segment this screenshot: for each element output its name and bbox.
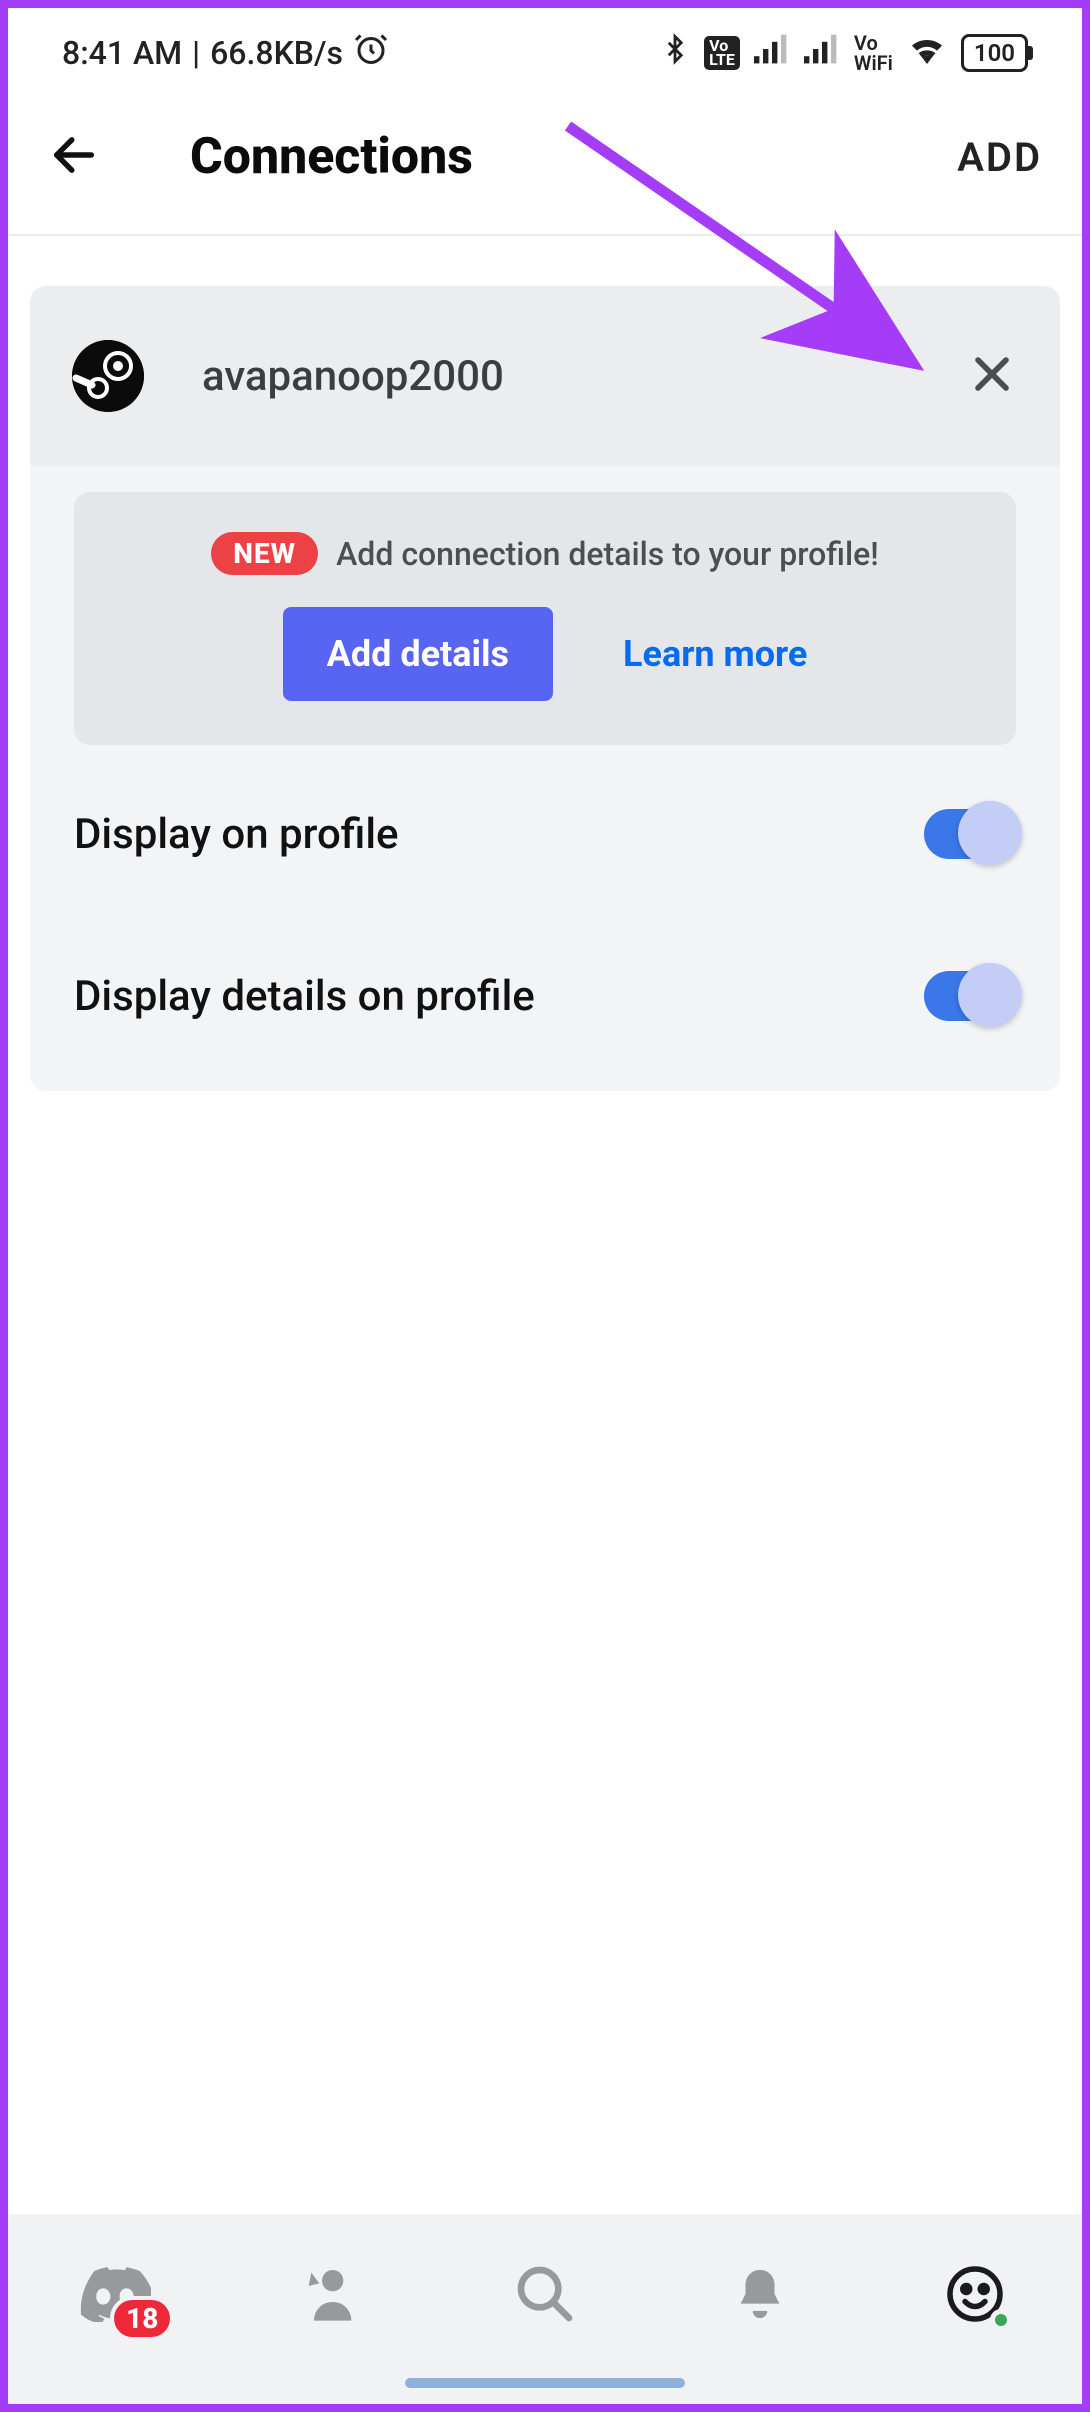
toggle-display-profile: Display on profile <box>30 745 1060 891</box>
switch-display-details[interactable] <box>924 971 1016 1021</box>
connection-name: avapanoop2000 <box>202 352 910 401</box>
bluetooth-icon <box>660 30 690 76</box>
steam-icon <box>72 340 144 412</box>
home-indicator <box>405 2378 685 2388</box>
nav-profile-icon[interactable] <box>930 2249 1020 2339</box>
battery-icon: 100 <box>961 34 1028 72</box>
header: Connections ADD <box>8 98 1082 236</box>
status-bar: 8:41 AM | 66.8KB/s VoLTE Vo WiFi 100 <box>8 8 1082 98</box>
page-title: Connections <box>190 128 867 186</box>
volte-icon: VoLTE <box>704 36 740 70</box>
status-left: 8:41 AM | 66.8KB/s <box>62 31 389 75</box>
promo-text: Add connection details to your profile! <box>336 535 879 573</box>
nav-friends-icon[interactable] <box>285 2249 375 2339</box>
status-time: 8:41 AM <box>62 34 182 72</box>
nav-search-icon[interactable] <box>500 2249 590 2339</box>
promo-box: NEW Add connection details to your profi… <box>74 492 1016 745</box>
signal-icon-1 <box>754 34 790 72</box>
nav-badge: 18 <box>110 2296 174 2341</box>
back-button[interactable] <box>48 129 100 185</box>
add-button[interactable]: ADD <box>957 134 1042 181</box>
toggle-label: Display on profile <box>74 810 399 859</box>
status-speed: 66.8KB/s <box>210 34 343 72</box>
connection-row: avapanoop2000 <box>30 286 1060 466</box>
bottom-nav: 18 <box>8 2214 1082 2404</box>
connection-card: avapanoop2000 NEW Add connection details… <box>30 286 1060 1091</box>
switch-display-profile[interactable] <box>924 809 1016 859</box>
wifi-icon <box>907 33 947 73</box>
alarm-icon <box>353 31 389 75</box>
nav-discord-icon[interactable]: 18 <box>70 2249 160 2339</box>
status-right: VoLTE Vo WiFi 100 <box>660 30 1028 76</box>
learn-more-link[interactable]: Learn more <box>623 633 807 675</box>
promo-buttons: Add details Learn more <box>283 607 808 701</box>
promo-header: NEW Add connection details to your profi… <box>211 532 879 575</box>
vowifi-icon: Vo WiFi <box>854 33 893 73</box>
add-details-button[interactable]: Add details <box>283 607 553 701</box>
new-badge: NEW <box>211 532 318 575</box>
signal-icon-2 <box>804 34 840 72</box>
status-dot <box>990 2309 1012 2331</box>
nav-notifications-icon[interactable] <box>715 2249 805 2339</box>
close-icon[interactable] <box>968 350 1016 402</box>
toggle-display-details: Display details on profile <box>30 891 1060 1091</box>
toggle-label: Display details on profile <box>74 972 535 1021</box>
